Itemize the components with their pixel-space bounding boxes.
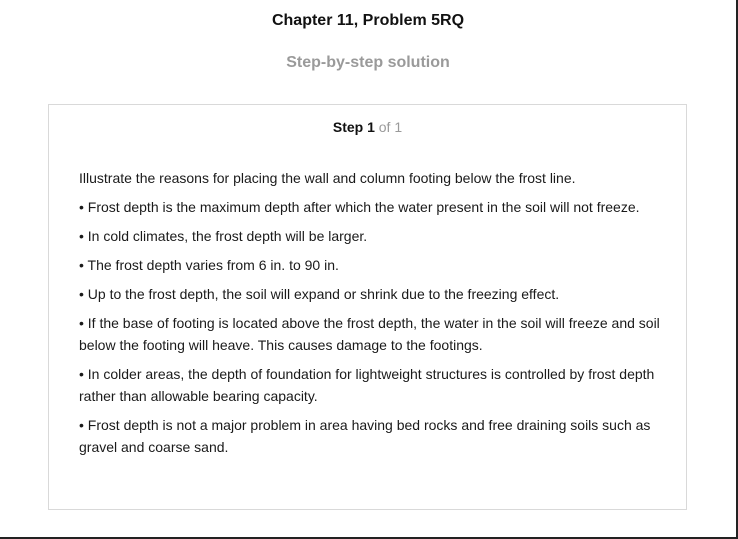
bullet-item: • In cold climates, the frost depth will…: [79, 228, 368, 244]
step-label: Step 1: [332, 119, 375, 135]
bullet-item: • The frost depth varies from 6 in. to 9…: [79, 257, 339, 273]
bullet-item: • Frost depth is not a major problem in …: [79, 417, 651, 455]
chapter-title: Chapter 11, Problem 5RQ: [271, 12, 465, 29]
bullet-item: • Up to the frost depth, the soil will e…: [79, 286, 560, 302]
step-count: of 1: [378, 119, 403, 135]
bullet-item: • If the base of footing is located abov…: [79, 315, 660, 353]
intro-text: Illustrate the reasons for placing the w…: [79, 170, 576, 186]
solution-subtitle: Step-by-step solution: [286, 54, 450, 71]
bullet-item: • In colder areas, the depth of foundati…: [79, 366, 655, 404]
step-header: Step 1 of 1: [49, 119, 686, 135]
solution-content: Illustrate the reasons for placing the w…: [79, 167, 664, 465]
bullet-item: • Frost depth is the maximum depth after…: [79, 199, 640, 215]
solution-card: Step 1 of 1 Illustrate the reasons for p…: [48, 104, 687, 510]
